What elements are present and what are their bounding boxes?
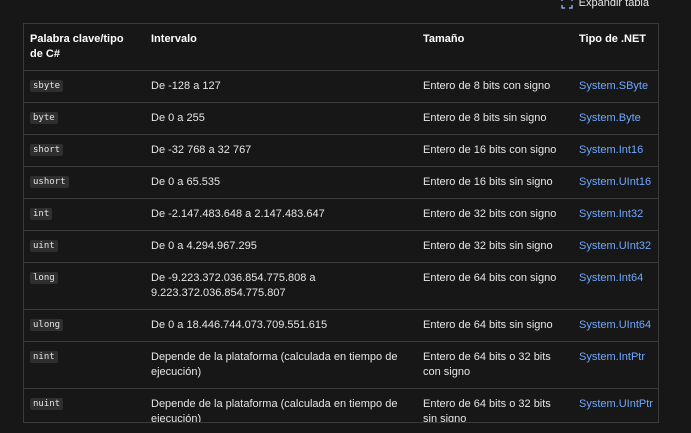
keyword-code: sbyte — [30, 80, 64, 92]
net-type-link[interactable]: System.Int32 — [579, 208, 643, 220]
net-type-cell: System.UInt64 — [573, 309, 658, 342]
table-row: int De -2.147.483.648 a 2.147.483.647 Ente… — [24, 198, 658, 231]
range-cell: De 0 a 18.446.744.073.709.551.615 — [145, 309, 417, 342]
table-row: sbyte De -128 a 127 Entero de 8 bits con s… — [24, 70, 658, 103]
header-size: Tamaño — [423, 33, 465, 45]
net-type-link[interactable]: System.UInt32 — [579, 240, 651, 252]
size-cell: Entero de 32 bits con signo — [417, 198, 573, 231]
table-row: ulong De 0 a 18.446.744.073.709.551.615 En… — [24, 309, 658, 342]
size-cell: Entero de 16 bits con signo — [417, 134, 573, 167]
header-keyword: Palabra clave/tipo de C# — [30, 33, 124, 60]
net-type-cell: System.UInt32 — [573, 230, 658, 263]
size-cell: Entero de 8 bits sin signo — [417, 102, 573, 135]
net-type-cell: System.Byte — [573, 102, 658, 135]
net-type-cell: System.SByte — [573, 70, 658, 103]
keyword-code: uint — [30, 240, 58, 252]
net-type-link[interactable]: System.UInt64 — [579, 319, 651, 331]
range-cell: De 0 a 255 — [145, 102, 417, 135]
range-cell: De -2.147.483.648 a 2.147.483.647 — [145, 198, 417, 231]
header-net-type: Tipo de .NET — [579, 33, 647, 45]
range-cell: Depende de la plataforma (calculada en t… — [145, 341, 417, 389]
keyword-cell: ushort — [24, 166, 145, 199]
keyword-cell: ulong — [24, 309, 145, 342]
net-type-cell: System.UInt16 — [573, 166, 658, 199]
table-row: long De -9.223.372.036.854.775.808 a 9.22… — [24, 262, 658, 310]
size-cell: Entero de 8 bits con signo — [417, 70, 573, 103]
keyword-code: long — [30, 272, 58, 284]
table-row: uint De 0 a 4.294.967.295 Entero de 32 bit… — [24, 230, 658, 263]
keyword-cell: long — [24, 262, 145, 310]
keyword-code: short — [30, 144, 64, 156]
range-cell: De 0 a 4.294.967.295 — [145, 230, 417, 263]
size-cell: Entero de 32 bits sin signo — [417, 230, 573, 263]
keyword-cell: short — [24, 134, 145, 167]
net-type-cell: System.Int32 — [573, 198, 658, 231]
table-header-row: Palabra clave/tipo de C# Intervalo Tamañ… — [24, 24, 658, 71]
range-cell: De -32 768 a 32 767 — [145, 134, 417, 167]
net-type-cell: System.IntPtr — [573, 341, 658, 389]
size-cell: Entero de 64 bits con signo — [417, 262, 573, 310]
net-type-link[interactable]: System.UIntPtr — [579, 398, 653, 410]
expand-table-button[interactable]: Expandir tabla — [561, 0, 649, 9]
header-range: Intervalo — [151, 33, 197, 45]
keyword-code: int — [30, 208, 53, 220]
range-cell: De -128 a 127 — [145, 70, 417, 103]
range-cell: Depende de la plataforma (calculada en t… — [145, 388, 417, 422]
net-type-link[interactable]: System.Int16 — [579, 144, 643, 156]
keyword-cell: sbyte — [24, 70, 145, 103]
size-cell: Entero de 64 bits o 32 bits sin signo — [417, 388, 573, 422]
net-type-link[interactable]: System.Int64 — [579, 272, 643, 284]
size-cell: Entero de 64 bits sin signo — [417, 309, 573, 342]
table-row: ushort De 0 a 65.535 Entero de 16 bits sin… — [24, 166, 658, 199]
data-table: Palabra clave/tipo de C# Intervalo Tamañ… — [23, 23, 659, 423]
keyword-cell: nuint — [24, 388, 145, 422]
net-type-link[interactable]: System.Byte — [579, 112, 641, 124]
net-type-cell: System.UIntPtr — [573, 388, 658, 422]
keyword-code: byte — [30, 112, 58, 124]
table-row: nuint Depende de la plataforma (calculada… — [24, 388, 658, 422]
keyword-code: ushort — [30, 176, 69, 188]
net-type-link[interactable]: System.SByte — [579, 80, 648, 92]
net-type-link[interactable]: System.UInt16 — [579, 176, 651, 188]
size-cell: Entero de 16 bits sin signo — [417, 166, 573, 199]
table-row: short De -32 768 a 32 767 Entero de 16 bit… — [24, 134, 658, 167]
table-row: byte De 0 a 255 Entero de 8 bits sin signo… — [24, 102, 658, 135]
net-type-cell: System.Int64 — [573, 262, 658, 310]
expand-icon — [561, 0, 573, 9]
keyword-cell: uint — [24, 230, 145, 263]
keyword-cell: nint — [24, 341, 145, 389]
keyword-code: ulong — [30, 319, 64, 331]
keyword-code: nuint — [30, 398, 64, 410]
net-type-cell: System.Int16 — [573, 134, 658, 167]
expand-table-label: Expandir tabla — [578, 0, 649, 9]
table-row: nint Depende de la plataforma (calculada … — [24, 341, 658, 389]
keyword-cell: int — [24, 198, 145, 231]
keyword-code: nint — [30, 351, 58, 363]
keyword-cell: byte — [24, 102, 145, 135]
net-type-link[interactable]: System.IntPtr — [579, 351, 645, 363]
range-cell: De -9.223.372.036.854.775.808 a 9.223.37… — [145, 262, 417, 310]
range-cell: De 0 a 65.535 — [145, 166, 417, 199]
size-cell: Entero de 64 bits o 32 bits con signo — [417, 341, 573, 389]
